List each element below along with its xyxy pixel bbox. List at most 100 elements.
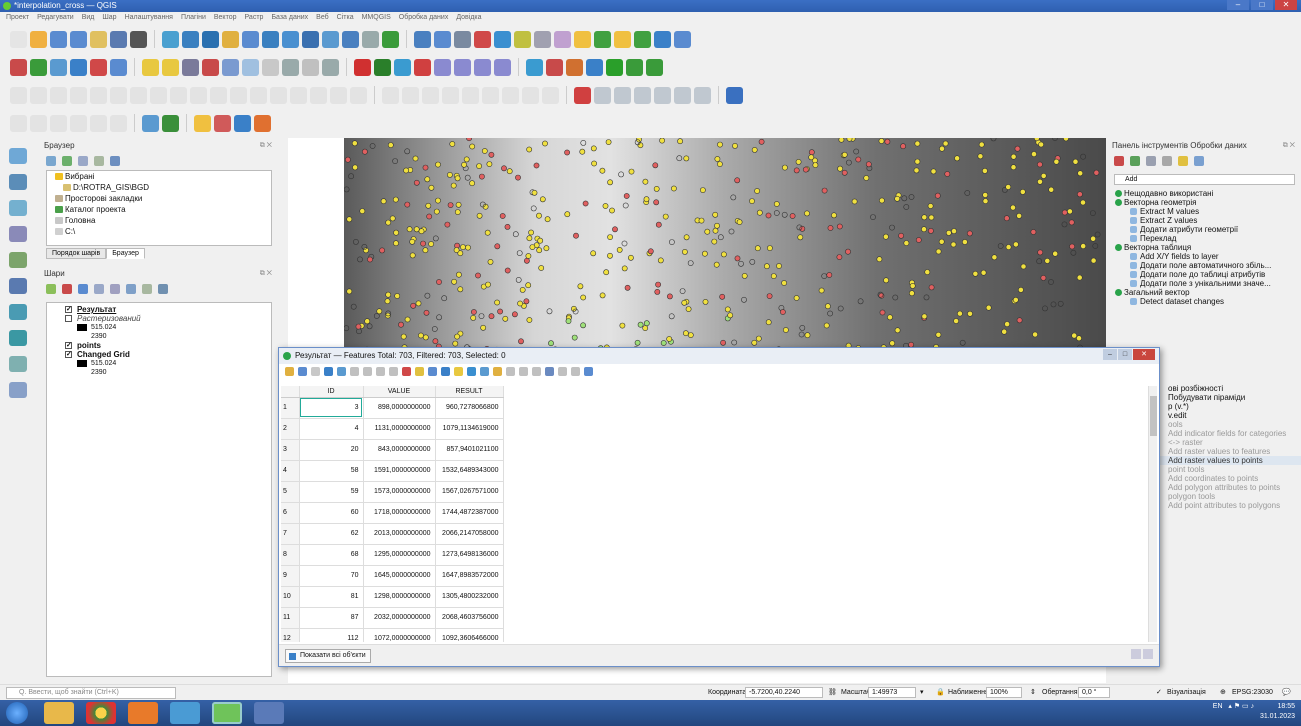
layer-result[interactable]: ✓ Результат (47, 305, 271, 314)
toolbar-tool-icon[interactable] (222, 58, 239, 76)
add-virtual-layer-icon[interactable] (9, 382, 27, 398)
table-cell[interactable]: 1647,8983572000 (435, 565, 504, 587)
toolbar-tool-icon[interactable] (310, 86, 327, 104)
close-button[interactable]: ✕ (1275, 0, 1297, 10)
toolbar-tool-icon[interactable] (162, 58, 179, 76)
toolbar-tool-icon[interactable] (250, 86, 267, 104)
toolbar-tool-icon[interactable] (50, 86, 67, 104)
search-icon[interactable] (170, 702, 200, 724)
processing-algorithm[interactable]: Додати поле до таблиці атрибутів (1108, 270, 1301, 279)
table-cell[interactable]: 1079,1134619000 (435, 418, 504, 440)
toolbar-tool-icon[interactable] (694, 86, 711, 104)
toolbar-tool-icon[interactable] (90, 114, 107, 132)
visibility-icon[interactable] (78, 284, 88, 294)
toolbar-tool-icon[interactable] (302, 30, 319, 48)
column-header[interactable]: VALUE (363, 386, 436, 398)
toolbar-tool-icon[interactable] (302, 58, 319, 76)
toolbar-tool-icon[interactable] (202, 58, 219, 76)
toolbar-tool-icon[interactable] (514, 30, 531, 48)
table-tool-icon[interactable] (571, 367, 580, 376)
table-cell[interactable]: 843,0000000000 (363, 439, 436, 461)
refresh-icon[interactable] (62, 156, 72, 166)
table-tool-icon[interactable] (376, 367, 385, 376)
table-cell[interactable]: 1273,6498136000 (435, 544, 504, 566)
toolbar-tool-icon[interactable] (362, 30, 379, 48)
tray-icons[interactable]: ▴ ⚑ ▭ ♪ (1228, 703, 1254, 710)
toolbar-tool-icon[interactable] (594, 86, 611, 104)
add-wfs-icon[interactable] (9, 356, 27, 372)
toolbar-tool-icon[interactable] (242, 58, 259, 76)
chrome-icon[interactable] (86, 702, 116, 724)
add-postgis-icon[interactable] (9, 278, 27, 294)
browser-tree-item[interactable]: Просторові закладки (47, 193, 271, 204)
toolbar-tool-icon[interactable] (422, 86, 439, 104)
style-icon[interactable] (46, 284, 56, 294)
table-cell[interactable]: 68 (299, 544, 364, 566)
magnifier-lock-icon[interactable]: 🔒 (936, 685, 945, 701)
processing-algorithm[interactable]: Додати поле автоматичного збіль... (1108, 261, 1301, 270)
column-header[interactable]: ID (299, 386, 364, 398)
table-tool-icon[interactable] (545, 367, 554, 376)
explorer-icon[interactable] (44, 702, 74, 724)
toolbar-tool-icon[interactable] (454, 58, 471, 76)
scale-lock-icon[interactable]: ⛓ (828, 685, 837, 701)
row-number[interactable]: 4 (281, 460, 300, 482)
layer-points[interactable]: ✓ points (47, 341, 271, 350)
processing-algorithm[interactable]: Додати поле з унікальними значе... (1108, 279, 1301, 288)
show-all-features-button[interactable]: Показати всі об'єкти (285, 649, 371, 663)
table-row[interactable]: 5 59 1573,0000000000 1567,0267571000 (281, 481, 504, 503)
toolbar-tool-icon[interactable] (402, 86, 419, 104)
models-icon[interactable] (1114, 156, 1124, 166)
menu-item[interactable]: Растр (245, 12, 264, 24)
dialog-maximize-button[interactable]: □ (1118, 349, 1132, 360)
menu-item[interactable]: Налаштування (125, 12, 173, 24)
table-cell[interactable]: 1298,0000000000 (363, 586, 436, 608)
toolbar-tool-icon[interactable] (462, 86, 479, 104)
form-view-icon[interactable] (1131, 649, 1141, 659)
row-number[interactable]: 11 (281, 607, 300, 629)
table-cell[interactable]: 1072,0000000000 (363, 628, 436, 642)
toolbar-tool-icon[interactable] (342, 30, 359, 48)
toolbar-tool-icon[interactable] (574, 30, 591, 48)
toolbar-tool-icon[interactable] (110, 58, 127, 76)
table-cell[interactable]: 1591,0000000000 (363, 460, 436, 482)
menu-item[interactable]: Обробка даних (399, 12, 449, 24)
browser-tree-item[interactable]: Головна (47, 215, 271, 226)
row-number[interactable]: 7 (281, 523, 300, 545)
table-tool-icon[interactable] (467, 367, 476, 376)
table-view-icon[interactable] (1143, 649, 1153, 659)
toolbar-tool-icon[interactable] (654, 30, 671, 48)
toolbar-tool-icon[interactable] (494, 30, 511, 48)
toolbar-tool-icon[interactable] (566, 58, 583, 76)
panel-close-icon[interactable]: ⧉ ✕ (260, 138, 272, 154)
toolbar-tool-icon[interactable] (110, 114, 127, 132)
table-cell[interactable]: 81 (299, 586, 364, 608)
layer-checkbox[interactable] (65, 315, 72, 322)
row-number[interactable]: 10 (281, 586, 300, 608)
table-row[interactable]: 3 20 843,0000000000 857,9401021100 (281, 439, 504, 461)
table-tool-icon[interactable] (454, 367, 463, 376)
toolbar-tool-icon[interactable] (434, 58, 451, 76)
toolbar-tool-icon[interactable] (90, 86, 107, 104)
layer-checkbox[interactable]: ✓ (65, 342, 72, 349)
toolbar-tool-icon[interactable] (254, 114, 271, 132)
app-taskbar-icon[interactable] (254, 702, 284, 724)
table-cell[interactable]: 20 (299, 439, 364, 461)
add-group-icon[interactable] (62, 284, 72, 294)
table-tool-icon[interactable] (480, 367, 489, 376)
toolbar-tool-icon[interactable] (262, 58, 279, 76)
add-vector-layer-icon[interactable] (9, 148, 27, 164)
toolbar-tool-icon[interactable] (214, 114, 231, 132)
table-cell[interactable]: 87 (299, 607, 364, 629)
toolbar-tool-icon[interactable] (654, 86, 671, 104)
filter-icon[interactable] (94, 284, 104, 294)
table-tool-icon[interactable] (298, 367, 307, 376)
scale-dropdown-icon[interactable]: ▾ (920, 685, 924, 701)
menu-item[interactable]: MMQGIS (362, 12, 391, 24)
collapse-all-icon[interactable] (94, 156, 104, 166)
toolbar-tool-icon[interactable] (70, 30, 87, 48)
toolbar-tool-icon[interactable] (626, 58, 643, 76)
table-cell[interactable]: 1092,3606466000 (435, 628, 504, 642)
processing-algorithm[interactable]: Додати атрибути геометрії (1108, 225, 1301, 234)
add-wms-icon[interactable] (9, 304, 27, 320)
